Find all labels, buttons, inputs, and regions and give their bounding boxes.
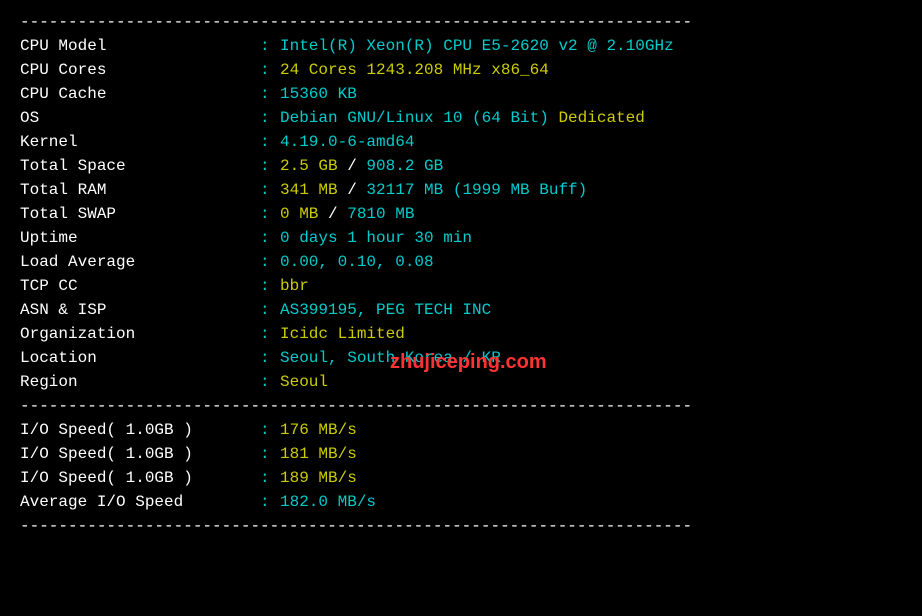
label-uptime: Uptime [20,226,260,250]
value-uptime: 0 days 1 hour 30 min [280,226,902,250]
colon: : [260,274,280,298]
row-io-3: I/O Speed( 1.0GB ) : 189 MB/s [20,466,902,490]
label-io-3: I/O Speed( 1.0GB ) [20,466,260,490]
value-io-2: 181 MB/s [280,442,902,466]
label-total-ram: Total RAM [20,178,260,202]
colon: : [260,130,280,154]
value-location: Seoul, South Korea / KR [280,346,902,370]
label-region: Region [20,370,260,394]
colon: : [260,226,280,250]
colon: : [260,370,280,394]
colon: : [260,322,280,346]
value-cpu-cache: 15360 KB [280,82,902,106]
value-io-3: 189 MB/s [280,466,902,490]
row-cpu-model: CPU Model : Intel(R) Xeon(R) CPU E5-2620… [20,34,902,58]
divider-bottom: ----------------------------------------… [20,514,902,538]
colon: : [260,202,280,226]
label-io-2: I/O Speed( 1.0GB ) [20,442,260,466]
row-kernel: Kernel : 4.19.0-6-amd64 [20,130,902,154]
value-asn-isp: AS399195, PEG TECH INC [280,298,902,322]
row-uptime: Uptime : 0 days 1 hour 30 min [20,226,902,250]
row-io-2: I/O Speed( 1.0GB ) : 181 MB/s [20,442,902,466]
value-region: Seoul [280,370,902,394]
value-cpu-cores: 24 Cores 1243.208 MHz x86_64 [280,58,902,82]
row-os: OS : Debian GNU/Linux 10 (64 Bit) Dedica… [20,106,902,130]
colon: : [260,466,280,490]
colon: : [260,490,280,514]
label-load-average: Load Average [20,250,260,274]
label-organization: Organization [20,322,260,346]
row-cpu-cache: CPU Cache : 15360 KB [20,82,902,106]
value-organization: Icidc Limited [280,322,902,346]
value-total-space: 2.5 GB / 908.2 GB [280,154,902,178]
value-tcp-cc: bbr [280,274,902,298]
colon: : [260,58,280,82]
divider-top: ----------------------------------------… [20,10,902,34]
label-location: Location [20,346,260,370]
value-load-average: 0.00, 0.10, 0.08 [280,250,902,274]
label-cpu-model: CPU Model [20,34,260,58]
value-cpu-model: Intel(R) Xeon(R) CPU E5-2620 v2 @ 2.10GH… [280,34,902,58]
row-total-ram: Total RAM : 341 MB / 32117 MB (1999 MB B… [20,178,902,202]
label-total-swap: Total SWAP [20,202,260,226]
colon: : [260,34,280,58]
colon: : [260,154,280,178]
row-total-swap: Total SWAP : 0 MB / 7810 MB [20,202,902,226]
value-io-1: 176 MB/s [280,418,902,442]
label-tcp-cc: TCP CC [20,274,260,298]
colon: : [260,418,280,442]
colon: : [260,346,280,370]
value-os: Debian GNU/Linux 10 (64 Bit) Dedicated [280,106,902,130]
label-io-1: I/O Speed( 1.0GB ) [20,418,260,442]
value-total-ram: 341 MB / 32117 MB (1999 MB Buff) [280,178,902,202]
row-organization: Organization : Icidc Limited [20,322,902,346]
value-io-avg: 182.0 MB/s [280,490,902,514]
label-asn-isp: ASN & ISP [20,298,260,322]
label-io-avg: Average I/O Speed [20,490,260,514]
row-location: Location : Seoul, South Korea / KR [20,346,902,370]
divider-mid: ----------------------------------------… [20,394,902,418]
label-cpu-cores: CPU Cores [20,58,260,82]
row-tcp-cc: TCP CC : bbr [20,274,902,298]
label-total-space: Total Space [20,154,260,178]
value-total-swap: 0 MB / 7810 MB [280,202,902,226]
colon: : [260,298,280,322]
label-kernel: Kernel [20,130,260,154]
row-region: Region : Seoul [20,370,902,394]
label-cpu-cache: CPU Cache [20,82,260,106]
row-io-avg: Average I/O Speed : 182.0 MB/s [20,490,902,514]
colon: : [260,82,280,106]
colon: : [260,106,280,130]
row-cpu-cores: CPU Cores : 24 Cores 1243.208 MHz x86_64 [20,58,902,82]
row-load-average: Load Average : 0.00, 0.10, 0.08 [20,250,902,274]
row-total-space: Total Space : 2.5 GB / 908.2 GB [20,154,902,178]
terminal-output: ----------------------------------------… [20,10,902,538]
value-kernel: 4.19.0-6-amd64 [280,130,902,154]
colon: : [260,250,280,274]
label-os: OS [20,106,260,130]
colon: : [260,178,280,202]
colon: : [260,442,280,466]
row-asn-isp: ASN & ISP : AS399195, PEG TECH INC [20,298,902,322]
row-io-1: I/O Speed( 1.0GB ) : 176 MB/s [20,418,902,442]
